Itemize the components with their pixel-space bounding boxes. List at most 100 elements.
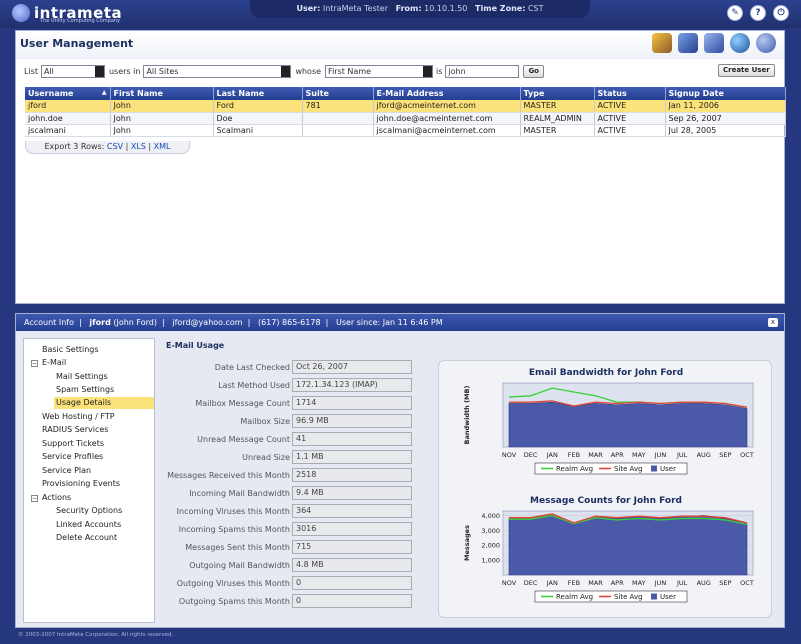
tree-item-delete-account[interactable]: Delete Account [56, 532, 117, 544]
go-button[interactable]: Go [523, 64, 544, 78]
legend-swatch-user [651, 593, 657, 600]
tree-item-service-plan[interactable]: Service Plan [42, 465, 91, 477]
col-email[interactable]: E-Mail Address [373, 87, 521, 100]
tree-item-spam-settings[interactable]: Spam Settings [56, 384, 114, 396]
bandwidth-chart: Email Bandwidth for John Ford Bandwidth (… [463, 368, 754, 475]
charts-container: Email Bandwidth for John Ford Bandwidth (… [438, 360, 772, 618]
usage-field-value: 0 [292, 594, 412, 608]
col-username-label: Username [28, 89, 74, 98]
export-bar: Export 3 Rows: CSV | XLS | XML [25, 141, 190, 154]
account-since: User since: Jan 11 6:46 PM [335, 318, 443, 327]
table-row[interactable]: jford John Ford 781 jford@acmeinternet.c… [25, 100, 786, 113]
usage-title: E-Mail Usage [166, 341, 225, 350]
list-select-value: All [43, 66, 54, 76]
search-input[interactable]: john [445, 64, 520, 78]
account-fullname: (John Ford) [113, 318, 157, 327]
export-xls-link[interactable]: XLS [131, 142, 146, 151]
account-phone: (617) 865-6178 [257, 318, 321, 327]
users-table: Username ▲ First Name Last Name Suite E-… [25, 87, 786, 137]
tree-item-actions[interactable]: Actions [42, 492, 71, 504]
col-first-name[interactable]: First Name [110, 87, 214, 100]
account-info-tab[interactable]: Account Info [24, 318, 74, 327]
list-select[interactable]: All [40, 64, 105, 78]
export-xml-link[interactable]: XML [154, 142, 171, 151]
usage-field-value: 172.1.34.123 (IMAP) [292, 378, 412, 392]
gears-icon[interactable] [756, 33, 776, 53]
cell: john.doe [25, 112, 111, 125]
cell: John [110, 124, 214, 137]
x-tick-label: FEB [568, 451, 580, 459]
collapse-actions-icon[interactable]: − [31, 495, 38, 502]
chevron-down-icon [281, 65, 291, 77]
y-tick-label: 1,000 [481, 557, 500, 565]
cell: ACTIVE [594, 124, 666, 137]
globe-icon[interactable] [730, 33, 750, 53]
tree-item-basic-settings[interactable]: Basic Settings [42, 344, 99, 356]
page-title: User Management [20, 37, 134, 50]
x-tick-label: AUG [697, 451, 711, 459]
col-suite[interactable]: Suite [302, 87, 374, 100]
is-label: is [436, 66, 443, 76]
site-select[interactable]: All Sites [143, 64, 292, 78]
cell: John [110, 112, 214, 125]
tree-item-service-profiles[interactable]: Service Profiles [42, 451, 103, 463]
power-icon[interactable]: ⏻ [773, 5, 789, 21]
id-card-icon[interactable] [678, 33, 698, 53]
cell: Jul 28, 2005 [665, 124, 786, 137]
tree-item-radius[interactable]: RADIUS Services [42, 424, 108, 436]
create-user-button[interactable]: Create User [718, 64, 775, 77]
tree-item-usage-details[interactable]: Usage Details [54, 397, 154, 409]
session-info: User: IntraMeta Tester From: 10.10.1.50 … [250, 0, 590, 18]
usage-field-value: Oct 26, 2007 [292, 360, 412, 374]
cell: john.doe@acmeinternet.com [373, 112, 521, 125]
usage-field-label: Date Last Checked [214, 363, 290, 372]
tools-icon[interactable]: ✎ [727, 5, 743, 21]
x-tick-label: NOV [502, 451, 517, 459]
list-label: List [24, 66, 38, 76]
usage-field-label: Outgoing Viruses this Month [176, 579, 290, 588]
col-username[interactable]: Username ▲ [25, 87, 111, 100]
export-csv-link[interactable]: CSV [107, 142, 123, 151]
account-bar: Account Info | jford (John Ford) | jford… [16, 314, 784, 331]
tree-item-provisioning[interactable]: Provisioning Events [42, 478, 120, 490]
table-row[interactable]: john.doe John Doe john.doe@acmeinternet.… [25, 112, 786, 125]
x-tick-label: JAN [546, 451, 558, 459]
x-tick-label: DEC [524, 579, 538, 587]
sort-asc-icon: ▲ [101, 89, 107, 96]
usage-field-value: 96.9 MB [292, 414, 412, 428]
collapse-email-icon[interactable]: − [31, 360, 38, 367]
panel-header: User Management [16, 31, 784, 59]
col-signup-date[interactable]: Signup Date [665, 87, 786, 100]
top-bar: intrameta The Utility Computing Company … [0, 0, 801, 28]
account-panel: Account Info | jford (John Ford) | jford… [15, 313, 785, 628]
y-tick-label: 4,000 [481, 512, 500, 520]
field-select-value: First Name [328, 66, 372, 76]
usage-field-value: 1.1 MB [292, 450, 412, 464]
field-select[interactable]: First Name [325, 64, 434, 78]
usage-field-label: Mailbox Message Count [195, 399, 290, 408]
tree-item-email[interactable]: E-Mail [42, 357, 66, 369]
tree-item-security-options[interactable]: Security Options [56, 505, 122, 517]
tree-item-web-hosting[interactable]: Web Hosting / FTP [42, 411, 115, 423]
users-icon[interactable] [652, 33, 672, 53]
session-from-label: From: [395, 4, 422, 13]
tree-item-mail-settings[interactable]: Mail Settings [56, 371, 108, 383]
usage-field-value: 2518 [292, 468, 412, 482]
legend-label: Site Avg [614, 593, 643, 601]
cell: MASTER [520, 124, 595, 137]
x-tick-label: APR [611, 451, 624, 459]
col-last-name[interactable]: Last Name [213, 87, 303, 100]
close-button[interactable]: x [768, 318, 778, 327]
table-row[interactable]: jscalmani John Scalmani jscalmani@acmein… [25, 124, 786, 137]
logo-tagline: The Utility Computing Company [40, 18, 121, 24]
network-icon[interactable] [704, 33, 724, 53]
tree-item-linked-accounts[interactable]: Linked Accounts [56, 519, 121, 531]
legend-label: Realm Avg [556, 465, 593, 473]
legend-label: User [660, 465, 676, 473]
x-tick-label: JUL [676, 451, 688, 459]
usage-field-value: 3016 [292, 522, 412, 536]
help-icon[interactable]: ? [750, 5, 766, 21]
tree-item-support-tickets[interactable]: Support Tickets [42, 438, 104, 450]
col-status[interactable]: Status [594, 87, 666, 100]
col-type[interactable]: Type [520, 87, 595, 100]
